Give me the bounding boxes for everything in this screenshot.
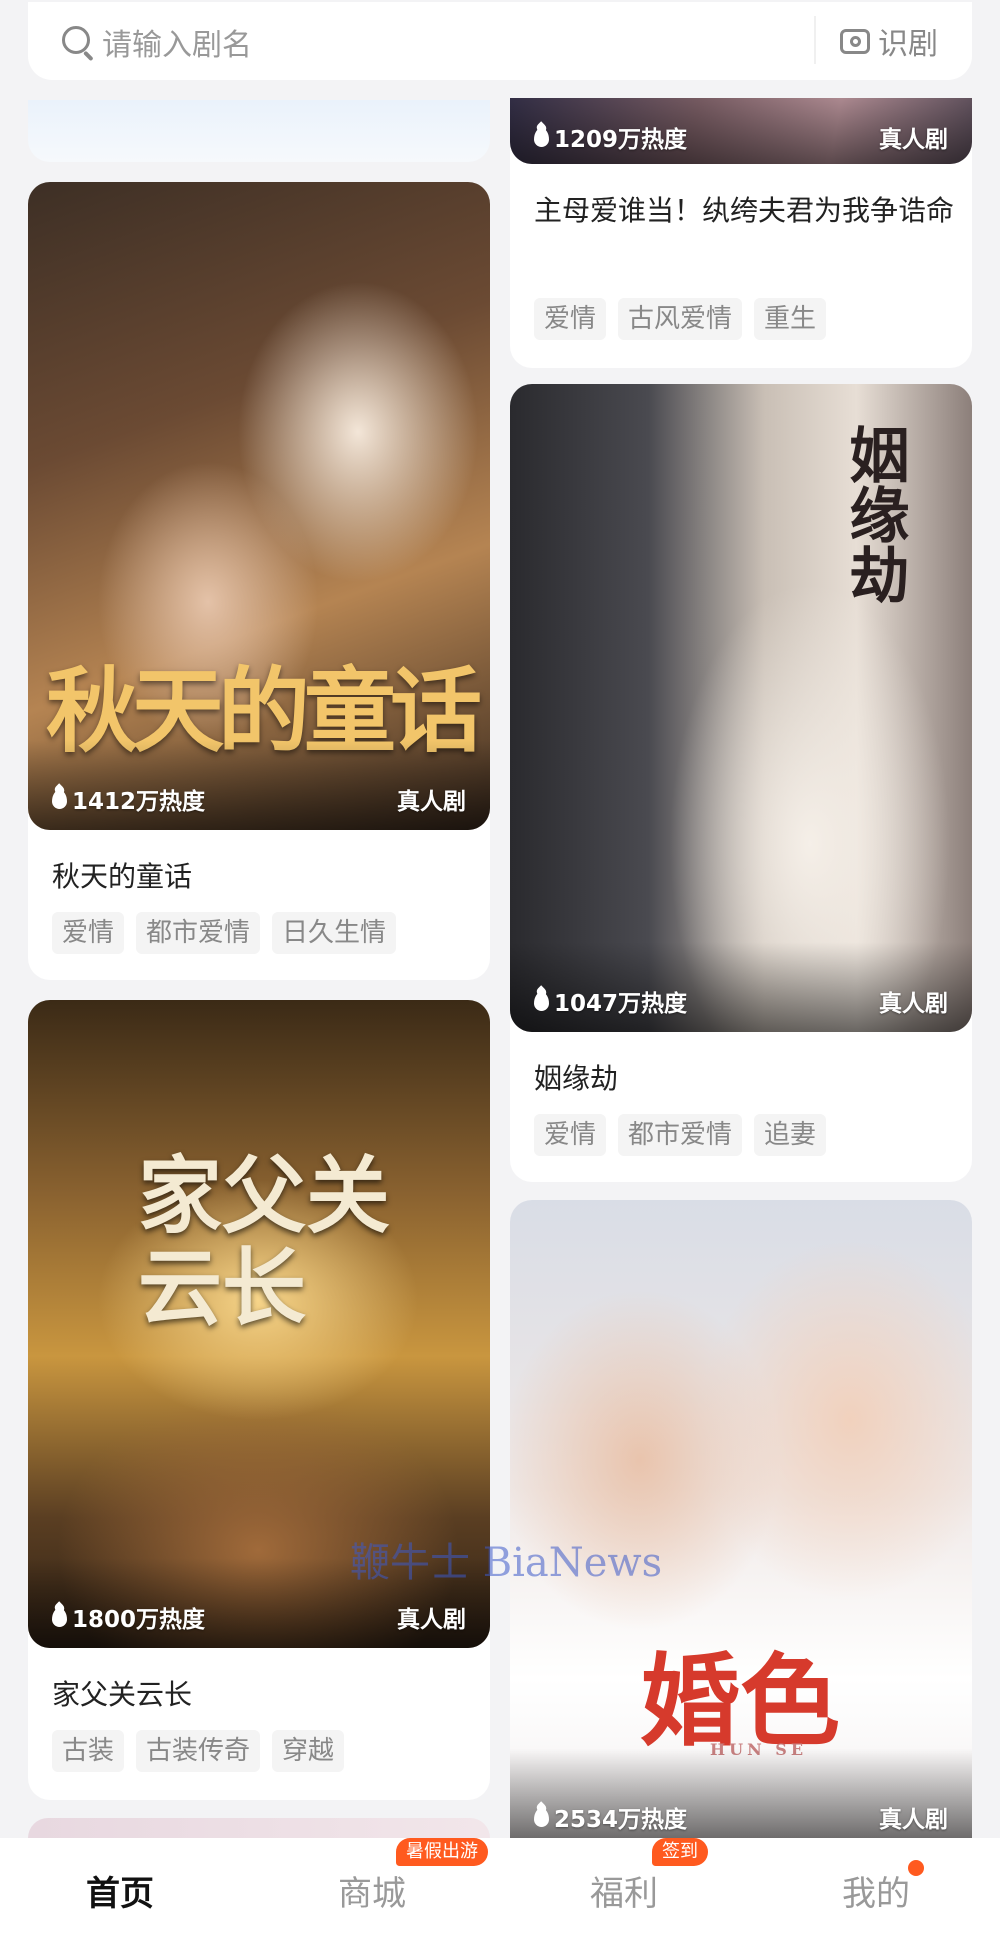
live-action-badge: 真人剧 (879, 1807, 948, 1833)
poster-title-art: 姻缘劫 (839, 424, 909, 604)
genre-tag[interactable]: 古装传奇 (136, 1730, 261, 1772)
identify-drama-label: 识剧 (878, 27, 938, 62)
search-bar: 请输入剧名 识剧 (28, 2, 972, 80)
heat-count: 1412万热度 (52, 782, 205, 816)
drama-poster: 婚色 HUN SE 2534万热度 真人剧 (510, 1200, 972, 1838)
drama-card-partial[interactable] (28, 1818, 490, 1838)
genre-tag[interactable]: 爱情 (534, 1114, 607, 1156)
drama-card[interactable]: 1209万热度 真人剧 主母爱谁当！纨绔夫君为我争诰命 爱情 古风爱情 重生 (510, 98, 972, 368)
identify-drama-button[interactable]: 识剧 (840, 20, 938, 62)
drama-title: 主母爱谁当！纨绔夫君为我争诰命 (534, 194, 955, 227)
drama-card[interactable]: 秋天的童话 1412万热度 真人剧 秋天的童话 爱情 都市爱情 日久生情 (28, 182, 490, 980)
flame-icon (534, 1807, 549, 1827)
genre-tag[interactable]: 古装 (52, 1730, 125, 1772)
bottom-nav: 首页 商城 暑假出游 福利 签到 我的 (0, 1838, 1000, 1943)
live-action-badge: 真人剧 (397, 789, 466, 815)
nav-shop[interactable]: 商城 (338, 1866, 406, 1915)
watermark: 鞭牛士 BiaNews (350, 1540, 663, 1586)
heat-count: 1047万热度 (534, 984, 687, 1018)
drama-card[interactable]: 姻缘劫 1047万热度 真人剧 姻缘劫 爱情 都市爱情 追妻 (510, 384, 972, 1182)
drama-poster: 姻缘劫 1047万热度 真人剧 (510, 384, 972, 1032)
search-icon[interactable] (62, 26, 90, 54)
flame-icon (52, 1607, 67, 1627)
genre-tag[interactable]: 重生 (754, 298, 827, 340)
tag-list: 古装 古装传奇 穿越 (52, 1730, 345, 1772)
notification-dot (908, 1860, 924, 1876)
drama-title: 秋天的童话 (52, 860, 193, 893)
genre-tag[interactable]: 古风爱情 (618, 298, 743, 340)
drama-card[interactable]: 婚色 HUN SE 2534万热度 真人剧 (510, 1200, 972, 1838)
heat-count: 1800万热度 (52, 1600, 205, 1634)
search-input[interactable]: 请输入剧名 (102, 20, 252, 64)
nav-welfare[interactable]: 福利 (590, 1866, 658, 1915)
genre-tag[interactable]: 爱情 (534, 298, 607, 340)
live-action-badge: 真人剧 (397, 1607, 466, 1633)
genre-tag[interactable]: 都市爱情 (136, 912, 261, 954)
divider (814, 16, 816, 64)
flame-icon (534, 991, 549, 1011)
drama-card-partial[interactable] (28, 100, 490, 162)
drama-card[interactable]: 家父关云长 1800万热度 真人剧 家父关云长 古装 古装传奇 穿越 (28, 1000, 490, 1800)
drama-title: 姻缘劫 (534, 1062, 619, 1095)
welfare-badge: 签到 (652, 1838, 708, 1866)
genre-tag[interactable]: 追妻 (754, 1114, 827, 1156)
live-action-badge: 真人剧 (879, 127, 948, 153)
drama-title: 家父关云长 (52, 1678, 193, 1711)
genre-tag[interactable]: 都市爱情 (618, 1114, 743, 1156)
nav-home[interactable]: 首页 (86, 1866, 154, 1915)
heat-count: 2534万热度 (534, 1800, 687, 1834)
nav-profile[interactable]: 我的 (842, 1866, 910, 1915)
poster-title-art: 家父关云长 (138, 1146, 391, 1337)
flame-icon (534, 127, 549, 147)
drama-poster: 秋天的童话 1412万热度 真人剧 (28, 182, 490, 830)
tag-list: 爱情 都市爱情 日久生情 (52, 912, 397, 954)
genre-tag[interactable]: 日久生情 (272, 912, 397, 954)
drama-poster: 1209万热度 真人剧 (510, 98, 972, 164)
live-action-badge: 真人剧 (879, 991, 948, 1017)
genre-tag[interactable]: 穿越 (272, 1730, 345, 1772)
tag-list: 爱情 古风爱情 重生 (534, 298, 827, 340)
flame-icon (52, 789, 67, 809)
heat-count: 1209万热度 (534, 120, 687, 154)
tag-list: 爱情 都市爱情 追妻 (534, 1114, 827, 1156)
genre-tag[interactable]: 爱情 (52, 912, 125, 954)
camera-icon (840, 28, 870, 54)
shop-badge: 暑假出游 (396, 1838, 488, 1866)
